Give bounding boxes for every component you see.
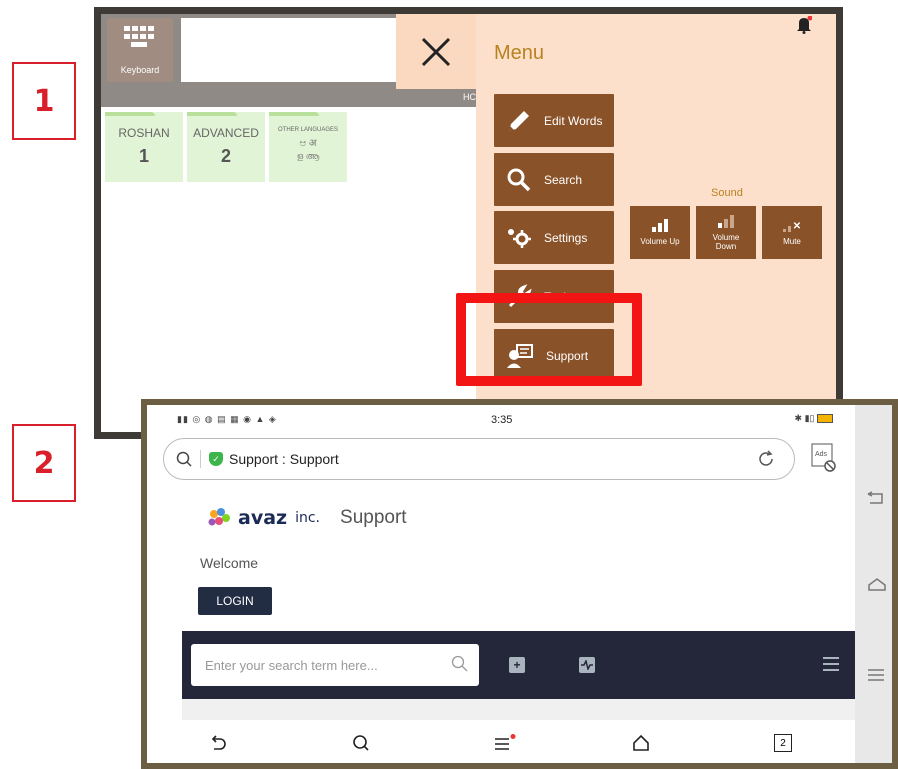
menu-edit-words-button[interactable]: Edit Words [494,94,614,147]
support-highlight-box [456,293,642,386]
browser-screenshot-2: ▮▮ ◎ ◍ ▤ ▦ ◉ ▲ ◈ 3:35 ✱ ▮▯ ✓ Support : S… [141,399,898,769]
menu-icon[interactable] [494,734,516,757]
page-title: Support [340,507,407,528]
step-label-1: 1 [12,62,76,140]
home-strip-label: HC [463,92,476,102]
brand-name: avaz [238,507,288,529]
mute-icon: ✕ [782,218,801,233]
keyboard-button[interactable]: Keyboard [107,18,173,82]
welcome-text: Welcome [200,555,259,571]
ad-block-icon [811,443,836,472]
shield-icon: ✓ [209,452,223,466]
close-menu-button[interactable] [396,14,476,90]
keyboard-icon [124,26,154,47]
folder-scripts: ಆ अ [299,138,317,149]
back-icon[interactable] [209,734,227,757]
folder-name: OTHER LANGUAGES [277,127,338,133]
brand-suffix: inc. [295,510,321,526]
search-icon [451,655,468,672]
support-page: avaz inc. Support Welcome LOGIN Enter yo… [182,489,855,720]
tabs-count-button[interactable]: 2 [774,734,792,752]
search-placeholder: Enter your search term here... [205,657,378,673]
folder-name: ROSHAN [118,126,170,140]
back-nav-icon[interactable] [867,491,885,510]
system-side-nav [855,405,892,763]
folder-count: 1 [138,146,149,166]
address-text: Support : Support [229,451,339,467]
search-icon [507,168,531,191]
gears-icon [508,228,531,248]
mute-button[interactable]: ✕ Mute [762,206,822,259]
brand-row: avaz inc. Support [206,507,407,529]
folder-other-languages[interactable]: OTHER LANGUAGES ಆ अ ള ആ [269,112,347,182]
folder-name: ADVANCED [193,126,259,140]
page-footer-strip [182,699,855,720]
folder-advanced[interactable]: ADVANCED 2 [187,112,265,182]
volume-up-button[interactable]: Volume Up [630,206,690,259]
step-label-2: 2 [12,424,76,502]
home-icon[interactable] [632,734,650,757]
sound-button-label-line2: Down [715,241,737,251]
status-bar: ▮▮ ◎ ◍ ▤ ▦ ◉ ▲ ◈ 3:35 ✱ ▮▯ [147,405,855,433]
avaz-logo-icon [208,508,230,526]
status-time: 3:35 [491,414,513,426]
pencil-icon [509,110,529,131]
keyboard-label: Keyboard [120,65,160,75]
home-nav-icon[interactable] [867,577,887,596]
bell-icon[interactable] [796,16,812,34]
ads-label: Ads [815,451,828,458]
browser-bottom-toolbar: 2 [147,720,855,763]
battery-icon: ✱ ▮▯ [795,413,833,424]
menu-title: Menu [494,42,545,64]
close-icon [421,37,451,67]
menu-nav-icon[interactable] [867,668,885,687]
hamburger-icon[interactable] [823,657,839,675]
menu-settings-button[interactable]: Settings [494,211,614,264]
address-separator [200,450,201,468]
search-input[interactable]: Enter your search term here... [191,644,479,686]
sound-label: Sound [711,187,743,199]
status-icons-left: ▮▮ ◎ ◍ ▤ ▦ ◉ ▲ ◈ [177,414,277,424]
message-box[interactable] [181,18,396,82]
reload-icon[interactable] [756,449,776,469]
folder-scripts-2: ള ആ [296,151,320,161]
folder-count: 2 [220,146,231,166]
volume-up-icon [652,218,668,233]
plus-icon[interactable]: + [509,657,525,673]
folder-roshan[interactable]: ROSHAN 1 [105,112,183,182]
search-icon[interactable] [352,734,370,757]
volume-down-button[interactable]: Volume Down [696,206,756,259]
sound-button-label: Mute [783,237,801,247]
sound-button-label: Volume Up [640,237,680,247]
menu-item-label: Settings [544,230,588,245]
ad-block-button[interactable]: Ads [811,443,837,473]
menu-search-button[interactable]: Search [494,153,614,206]
menu-item-label: Search [544,172,583,187]
home-strip: HC [101,89,476,107]
search-band: Enter your search term here... + [182,631,855,699]
folder-grid: ROSHAN 1 ADVANCED 2 OTHER LANGUAGES ಆ अ … [105,112,347,182]
address-bar[interactable]: ✓ Support : Support [163,438,795,480]
login-button[interactable]: LOGIN [198,587,272,615]
search-icon [176,451,192,467]
volume-down-icon [718,214,734,228]
activity-icon[interactable] [579,657,595,673]
menu-item-label: Edit Words [544,113,603,128]
